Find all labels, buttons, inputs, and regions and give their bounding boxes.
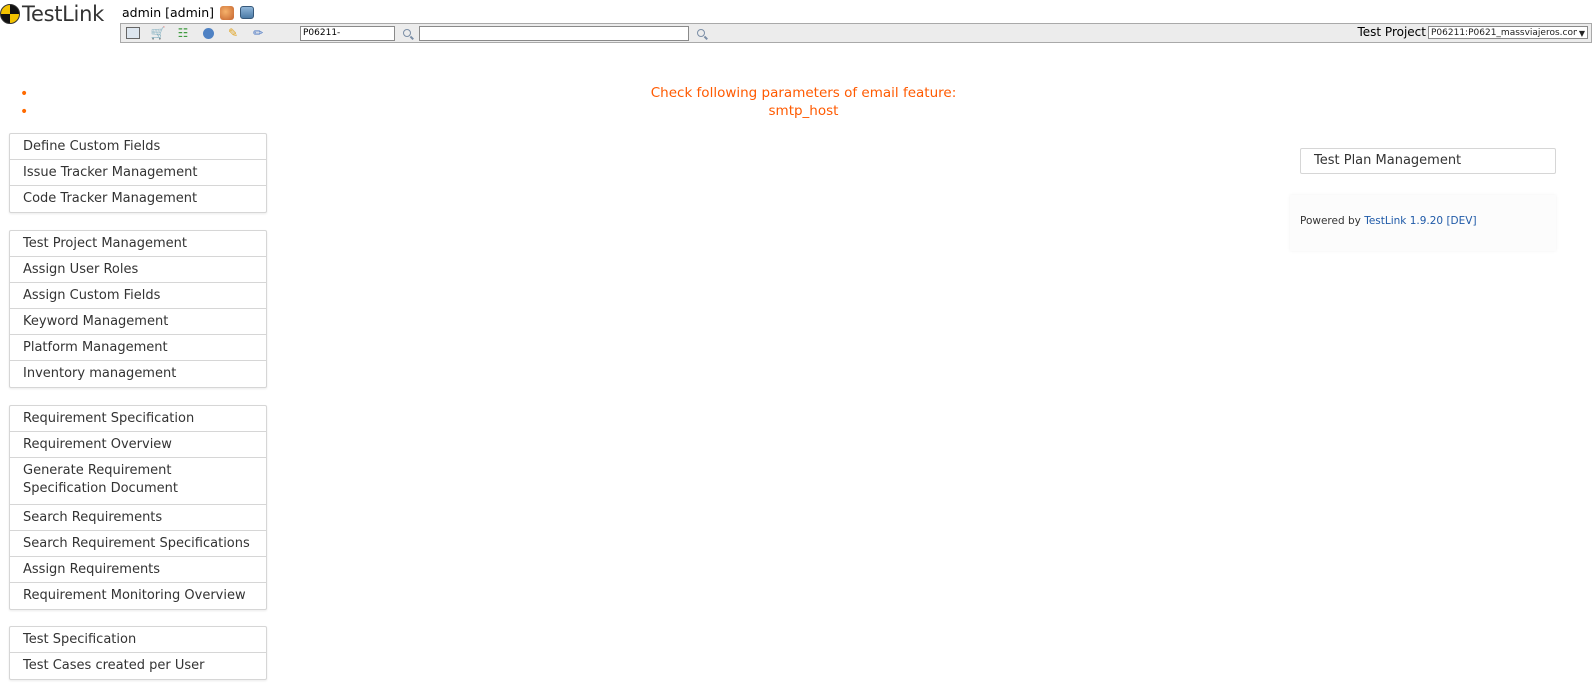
message-bullets: • • <box>20 85 28 121</box>
menu-item-generate-requirement-spec-document[interactable]: Generate Requirement Specification Docum… <box>10 458 210 504</box>
test-project-value: P06211:P0621_massviajeros.com <box>1431 28 1577 38</box>
tree-icon[interactable]: ☷ <box>175 26 191 40</box>
chevron-down-icon: ▼ <box>1578 29 1586 38</box>
search-input[interactable] <box>419 25 689 41</box>
menu-item-search-requirements[interactable]: Search Requirements <box>10 505 266 531</box>
cart-icon[interactable]: 🛒 <box>150 26 166 40</box>
menu-item-define-custom-fields[interactable]: Define Custom Fields <box>10 134 266 160</box>
warning-line-2: smtp_host <box>768 103 839 119</box>
menu-item-test-project-management[interactable]: Test Project Management <box>10 231 266 257</box>
warning-line-1: Check following parameters of email feat… <box>650 85 957 101</box>
test-project-select[interactable]: P06211:P0621_massviajeros.com ▼ <box>1428 26 1588 39</box>
app-name: TestLink <box>22 2 104 26</box>
test-plan-management-link[interactable]: Test Plan Management <box>1300 148 1556 174</box>
logo-icon <box>0 4 20 24</box>
test-specification-menu: Test Specification Test Cases created pe… <box>9 626 267 680</box>
menu-item-search-requirement-specifications[interactable]: Search Requirement Specifications <box>10 531 266 557</box>
search-icon[interactable] <box>695 27 707 39</box>
menu-item-requirement-overview[interactable]: Requirement Overview <box>10 432 266 458</box>
menu-item-requirement-monitoring-overview[interactable]: Requirement Monitoring Overview <box>10 583 266 609</box>
menu-item-keyword-management[interactable]: Keyword Management <box>10 309 266 335</box>
powered-by-label: Powered by <box>1300 215 1361 227</box>
testlink-version-link[interactable]: TestLink 1.9.20 [DEV] <box>1364 215 1476 227</box>
menu-item-test-specification[interactable]: Test Specification <box>10 627 266 653</box>
project-menu: Test Project Management Assign User Role… <box>9 230 267 388</box>
bullet-icon: • <box>20 86 29 102</box>
bullet-icon: • <box>20 104 29 120</box>
user-info: admin [admin] <box>122 5 255 20</box>
logout-icon[interactable] <box>220 5 235 20</box>
menu-item-issue-tracker-management[interactable]: Issue Tracker Management <box>10 160 266 186</box>
menu-item-inventory-management[interactable]: Inventory management <box>10 361 266 387</box>
pencil-icon[interactable]: ✏ <box>250 26 266 40</box>
user-icon[interactable] <box>200 26 216 40</box>
my-settings-icon[interactable] <box>240 6 255 19</box>
search-testcase-icon[interactable] <box>401 27 413 39</box>
testcase-id-input[interactable] <box>300 25 395 41</box>
system-menu: Define Custom Fields Issue Tracker Manag… <box>9 133 267 213</box>
menu-item-test-cases-created-per-user[interactable]: Test Cases created per User <box>10 653 266 679</box>
desktop-icon[interactable] <box>125 26 141 40</box>
testlink-logo[interactable]: TestLink <box>0 2 104 26</box>
requirements-menu: Requirement Specification Requirement Ov… <box>9 405 267 610</box>
menu-item-assign-requirements[interactable]: Assign Requirements <box>10 557 266 583</box>
email-warning: Check following parameters of email feat… <box>640 84 967 120</box>
menu-item-assign-custom-fields[interactable]: Assign Custom Fields <box>10 283 266 309</box>
menu-item-requirement-specification[interactable]: Requirement Specification <box>10 406 266 432</box>
menu-item-code-tracker-management[interactable]: Code Tracker Management <box>10 186 266 212</box>
test-project-label: Test Project <box>1357 25 1426 39</box>
powered-by-panel: Powered by TestLink 1.9.20 [DEV] <box>1290 195 1556 251</box>
main-toolbar: 🛒 ☷ ✎ ✏ Test Project P06211:P0621_massvi… <box>120 23 1592 43</box>
menu-item-assign-user-roles[interactable]: Assign User Roles <box>10 257 266 283</box>
user-name: admin [admin] <box>122 5 215 20</box>
powered-by-text: Powered by TestLink 1.9.20 [DEV] <box>1300 215 1477 227</box>
brush-icon[interactable]: ✎ <box>225 26 241 40</box>
menu-item-platform-management[interactable]: Platform Management <box>10 335 266 361</box>
